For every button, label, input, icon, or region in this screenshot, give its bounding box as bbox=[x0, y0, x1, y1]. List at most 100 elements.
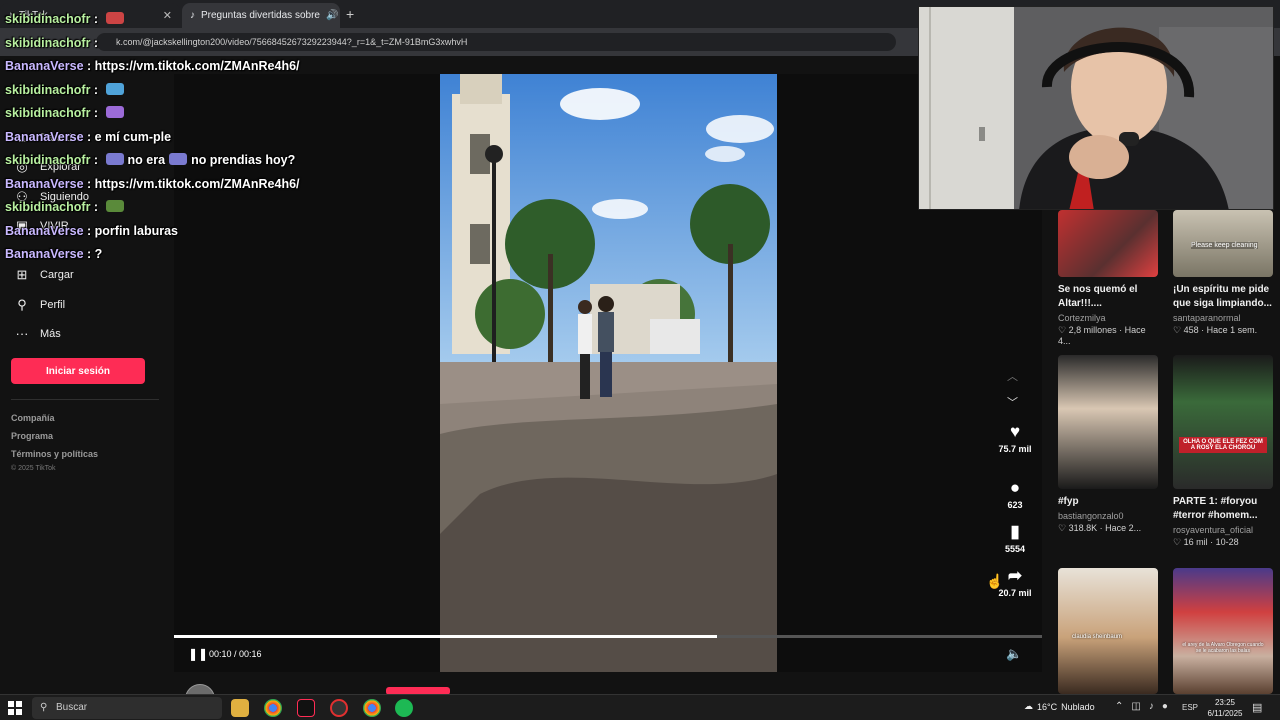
plus-square-icon: ⊞ bbox=[16, 267, 28, 282]
footer-link-terms[interactable]: Términos y políticas bbox=[11, 449, 98, 459]
windows-start-icon[interactable] bbox=[8, 701, 22, 715]
chrome-icon[interactable] bbox=[363, 699, 381, 717]
cloud-icon: ☁ bbox=[1024, 701, 1033, 711]
clock-date: 6/11/2025 bbox=[1207, 709, 1243, 718]
video-thumbnail[interactable]: Please keep cleaning bbox=[1173, 210, 1273, 277]
chat-message: skibidinachofr : no era no prendias hoy? bbox=[5, 149, 335, 173]
seek-progress bbox=[174, 635, 717, 638]
video-thumbnail[interactable]: el arey de la Alvaro Obregon cuando se l… bbox=[1173, 568, 1273, 694]
pause-icon[interactable]: ❚❚ bbox=[188, 647, 208, 661]
chat-text: e mí cum-ple bbox=[94, 129, 172, 144]
search-icon: ⚲ bbox=[40, 702, 48, 713]
volume-icon[interactable]: 🔈 bbox=[1006, 646, 1022, 662]
previous-video-button[interactable]: ︿ bbox=[1007, 368, 1018, 384]
heart-icon: ♥ bbox=[1009, 422, 1021, 441]
chat-username: BananaVerse bbox=[5, 59, 84, 73]
sidebar-item-mas[interactable]: ··· Más bbox=[14, 326, 61, 341]
thumbnail-caption: el arey de la Alvaro Obregon cuando se l… bbox=[1182, 642, 1264, 654]
chevron-up-icon[interactable]: ⌃ bbox=[1115, 701, 1123, 712]
chat-username: BananaVerse bbox=[5, 247, 84, 261]
footer-link-company[interactable]: Compañía bbox=[11, 413, 55, 423]
taskbar-search[interactable]: Buscar bbox=[32, 697, 222, 719]
sidebar-item-cargar[interactable]: ⊞ Cargar bbox=[14, 267, 74, 283]
card-ago: Hace 1 sem. bbox=[1206, 325, 1258, 335]
card-views: 16 mil bbox=[1183, 537, 1208, 547]
seek-bar[interactable] bbox=[174, 635, 1042, 638]
card-ago: 10-28 bbox=[1215, 537, 1239, 547]
spotify-icon[interactable] bbox=[395, 699, 413, 717]
system-tray: ⌃ ◫ ♪ ● bbox=[1115, 701, 1168, 712]
chat-message: BananaVerse : https://vm.tiktok.com/ZMAn… bbox=[5, 173, 335, 197]
heart-icon: ♡ bbox=[1173, 537, 1182, 547]
chrome-icon[interactable] bbox=[264, 699, 282, 717]
related-card[interactable]: #fyp bastiangonzalo0 ♡ 318.8K · Hace 2..… bbox=[1058, 355, 1160, 534]
network-icon[interactable]: ◫ bbox=[1131, 701, 1140, 712]
video-scene bbox=[440, 74, 777, 672]
time-label: 00:10 / 00:16 bbox=[209, 649, 262, 659]
new-tab-button[interactable]: + bbox=[346, 6, 354, 22]
chat-username: BananaVerse bbox=[5, 176, 84, 191]
card-user[interactable]: Cortezmilya bbox=[1058, 313, 1160, 323]
card-title: #fyp bbox=[1058, 496, 1079, 507]
tiktok-icon[interactable] bbox=[297, 699, 315, 717]
chat-separator: : bbox=[83, 223, 95, 238]
card-user[interactable]: santaparanormal bbox=[1173, 313, 1275, 323]
volume-icon[interactable]: ♪ bbox=[1149, 701, 1154, 712]
screen: ♪ TikTok ✕ ♪ Preguntas divertidas sobre … bbox=[0, 0, 1280, 720]
comment-button[interactable]: ● 623 bbox=[995, 479, 1035, 511]
save-button[interactable]: ▮ 5554 bbox=[995, 523, 1035, 555]
card-user[interactable]: rosyaventura_oficial bbox=[1173, 525, 1275, 535]
chat-text: no era bbox=[127, 153, 166, 167]
like-button[interactable]: ♥ 75.7 mil bbox=[995, 423, 1035, 455]
chat-message: BananaVerse : ? bbox=[5, 243, 335, 267]
login-button[interactable]: Iniciar sesión bbox=[11, 358, 145, 384]
sidebar-item-label: Cargar bbox=[40, 269, 74, 281]
weather-widget[interactable]: ☁ 16°C Nublado bbox=[1024, 701, 1095, 712]
chat-username: BananaVerse bbox=[5, 223, 84, 238]
related-card[interactable]: el arey de la Alvaro Obregon cuando se l… bbox=[1173, 568, 1275, 694]
language-indicator[interactable]: ESP bbox=[1182, 703, 1198, 712]
emote-icon bbox=[105, 106, 124, 118]
footer-link-program[interactable]: Programa bbox=[11, 431, 53, 441]
divider bbox=[11, 399, 159, 400]
card-ago: Hace 2... bbox=[1105, 523, 1142, 533]
chat-separator: : bbox=[90, 153, 102, 167]
sidebar-item-perfil[interactable]: ⚲ Perfil bbox=[14, 297, 65, 313]
chat-username: skibidinachofr bbox=[5, 12, 91, 26]
clock[interactable]: 23:25 6/11/2025 bbox=[1200, 697, 1250, 719]
sidebar-item-label: Perfil bbox=[40, 299, 66, 311]
card-meta: ♡ 318.8K · Hace 2... bbox=[1058, 523, 1142, 533]
mic-icon[interactable]: ● bbox=[1162, 701, 1168, 712]
more-icon: ··· bbox=[15, 326, 29, 341]
video-frame[interactable] bbox=[440, 74, 777, 672]
temperature: 16°C bbox=[1037, 701, 1058, 712]
chat-message: BananaVerse : https://vm.tiktok.com/ZMAn… bbox=[5, 55, 335, 79]
card-user[interactable]: bastiangonzalo0 bbox=[1058, 511, 1160, 521]
chat-separator: : bbox=[83, 59, 95, 73]
chat-message: BananaVerse : e mí cum-ple bbox=[5, 126, 335, 150]
chat-message: skibidinachofr : bbox=[5, 102, 335, 126]
next-video-button[interactable]: ﹀ bbox=[1007, 394, 1018, 410]
related-card[interactable]: Se nos quemó el Altar!!!.... Cortezmilya… bbox=[1058, 210, 1160, 346]
video-thumbnail[interactable] bbox=[1058, 210, 1158, 277]
video-thumbnail[interactable]: OLHA O QUE ELE FEZ COM A ROSY ELA CHOROU bbox=[1173, 355, 1273, 489]
heart-icon: ♡ bbox=[1173, 325, 1182, 335]
related-card[interactable]: claudia sheinbaum bbox=[1058, 568, 1160, 694]
chat-separator: : bbox=[90, 200, 102, 214]
file-explorer-icon[interactable] bbox=[231, 699, 249, 717]
chat-separator: : bbox=[83, 129, 95, 144]
copyright: © 2025 TikTok bbox=[11, 465, 56, 472]
card-meta: ♡ 458 · Hace 1 sem. bbox=[1173, 325, 1258, 335]
obs-icon[interactable] bbox=[330, 699, 348, 717]
related-card[interactable]: OLHA O QUE ELE FEZ COM A ROSY ELA CHOROU… bbox=[1173, 355, 1275, 548]
notification-icon[interactable]: ▤ bbox=[1252, 701, 1262, 714]
related-card[interactable]: Please keep cleaning ¡Un espíritu me pid… bbox=[1173, 210, 1275, 336]
video-thumbnail[interactable] bbox=[1058, 355, 1158, 489]
chat-separator: : bbox=[90, 106, 102, 120]
chat-separator: : bbox=[90, 35, 99, 50]
chat-text: https://vm.tiktok.com/ZMAnRe4h6/ bbox=[94, 176, 300, 191]
hand-cursor-icon: ☝ bbox=[986, 573, 1004, 589]
video-thumbnail[interactable]: claudia sheinbaum bbox=[1058, 568, 1158, 694]
card-views: 458 bbox=[1183, 325, 1199, 335]
save-count: 5554 bbox=[1004, 544, 1026, 554]
